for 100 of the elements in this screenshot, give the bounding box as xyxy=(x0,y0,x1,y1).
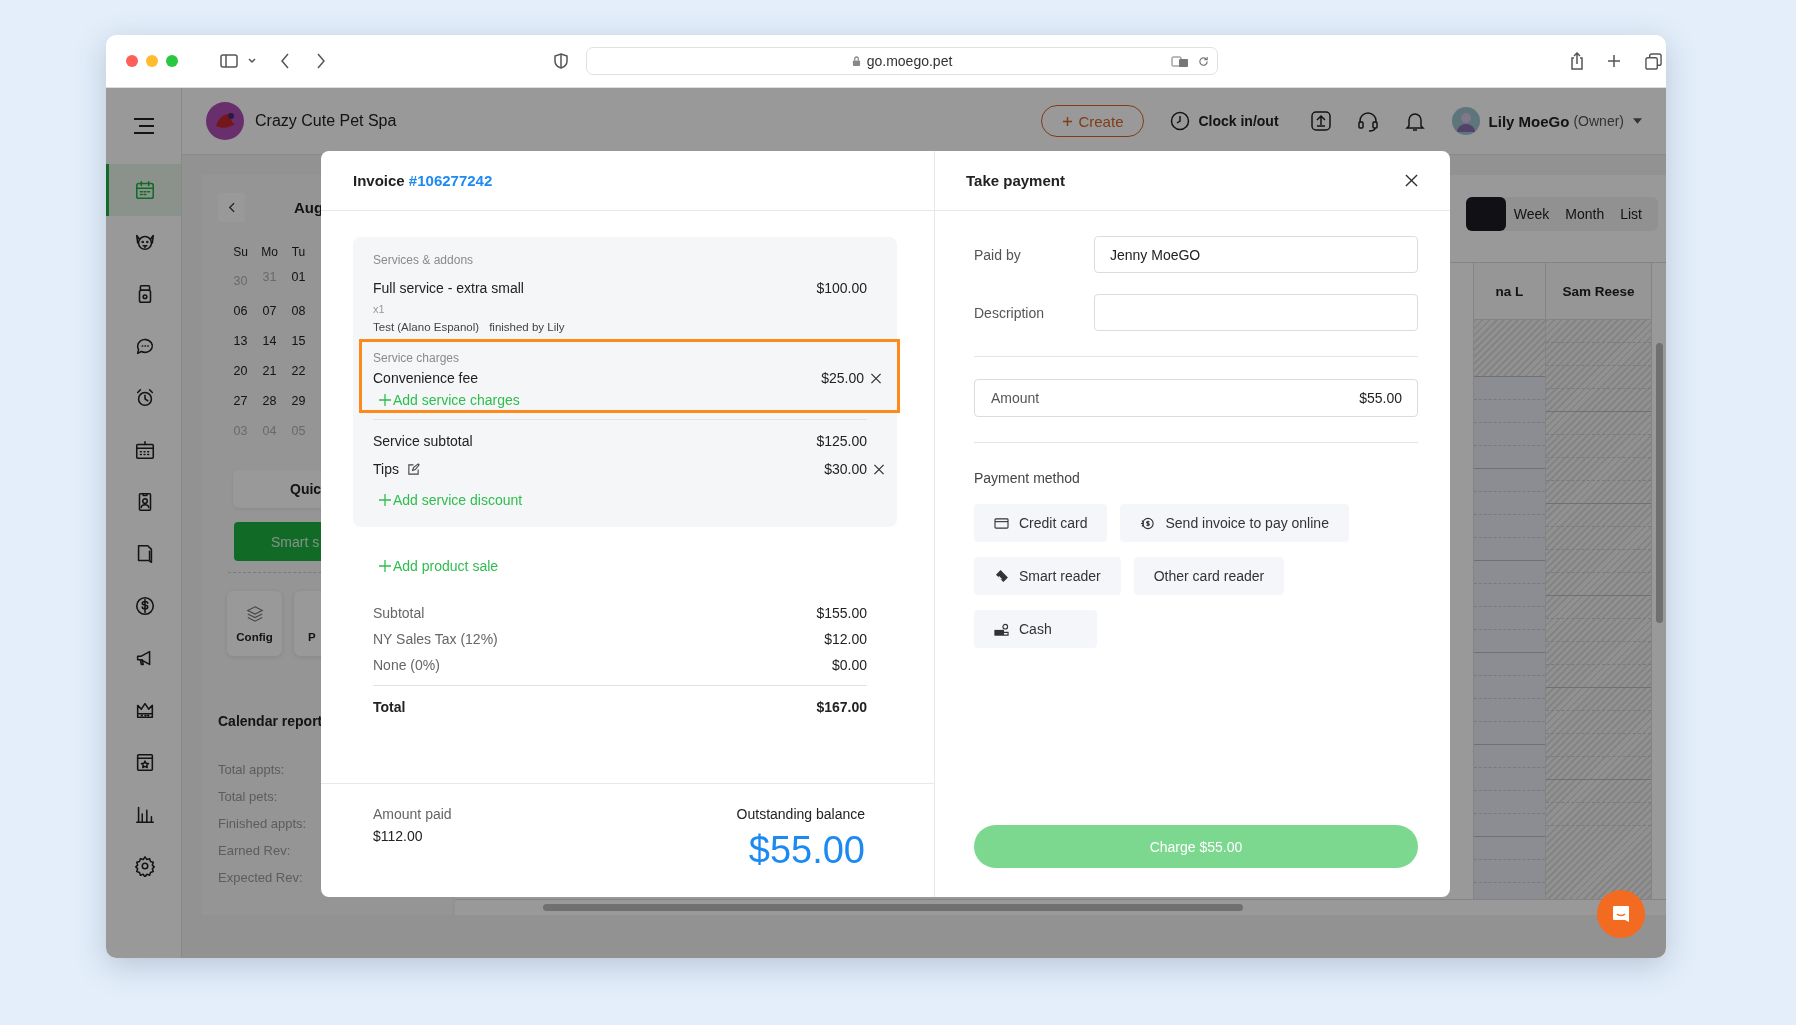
payment-method-button[interactable]: Smart reader xyxy=(974,557,1121,595)
calendar-day[interactable]: 07 xyxy=(255,296,284,326)
shield-icon[interactable] xyxy=(554,53,568,69)
address-bar[interactable]: go.moego.pet xyxy=(586,47,1218,75)
alarm-clock-icon xyxy=(134,387,156,409)
tool-card[interactable]: Config xyxy=(227,591,282,656)
calendar-day[interactable]: 14 xyxy=(255,326,284,356)
forward-icon[interactable] xyxy=(316,53,326,69)
section-heading: Service charges xyxy=(373,350,461,366)
payment-title: Take payment xyxy=(966,172,1065,189)
pet-name: Test (Alano Espanol) xyxy=(373,320,480,335)
service-price: $100.00 xyxy=(816,280,867,296)
calendar-day[interactable]: 08 xyxy=(284,296,313,326)
weekday-label: Tu xyxy=(290,244,307,261)
section-heading: Services & addons xyxy=(373,252,475,269)
report-label: Total appts: xyxy=(218,761,285,779)
payment-method-button[interactable]: Send invoice to pay online xyxy=(1120,504,1349,542)
amount-paid-label: Amount paid xyxy=(373,805,452,824)
view-tab[interactable] xyxy=(1465,197,1506,231)
globe-dollar-icon xyxy=(1140,515,1156,531)
tips-label: Tips xyxy=(373,461,399,477)
headset-icon[interactable] xyxy=(1356,110,1379,132)
total-line-label: NY Sales Tax (12%) xyxy=(373,630,498,649)
calendar-day[interactable]: 06 xyxy=(226,296,255,326)
clock-icon xyxy=(1170,111,1191,131)
horizontal-scrollbar[interactable] xyxy=(543,904,1243,911)
charge-amount: $25.00 xyxy=(821,370,864,386)
settings-icon xyxy=(134,855,156,877)
field-label: Paid by xyxy=(974,246,1022,263)
share-icon[interactable] xyxy=(1570,52,1584,70)
calendar-day[interactable]: 21 xyxy=(255,356,284,386)
staff-note: finished by Lily xyxy=(489,320,565,335)
user-avatar[interactable] xyxy=(1451,107,1480,135)
report-label: Earned Rev: xyxy=(218,842,291,860)
plus-icon xyxy=(379,394,391,406)
input-field[interactable]: Jenny MoeGO xyxy=(1094,236,1418,273)
edit-icon[interactable] xyxy=(406,462,420,476)
user-name[interactable]: Lily MoeGo xyxy=(1488,112,1570,130)
caret-icon[interactable] xyxy=(1633,118,1642,124)
clock-in-out-button[interactable]: Clock in/out xyxy=(1170,111,1279,131)
chat-bubble-icon xyxy=(1611,904,1631,924)
dollar-icon xyxy=(134,595,156,617)
payment-method-button[interactable]: Other card reader xyxy=(1133,557,1285,595)
reload-icon[interactable] xyxy=(1198,56,1209,67)
user-role: (Owner) xyxy=(1573,113,1624,129)
calendar-icon xyxy=(134,179,156,201)
calendar-day[interactable]: 20 xyxy=(226,356,255,386)
sidebar-toggle-icon[interactable] xyxy=(220,54,238,68)
view-tab[interactable]: List xyxy=(1612,197,1650,231)
field-label: Description xyxy=(974,304,1046,321)
total-line-value: $0.00 xyxy=(831,656,867,675)
menu-icon[interactable] xyxy=(132,118,155,134)
total-line-value: $155.00 xyxy=(816,604,867,623)
calendar-day[interactable]: 22 xyxy=(284,356,313,386)
close-window-button[interactable] xyxy=(126,55,138,67)
invoice-title: Invoice #106277242 xyxy=(353,172,493,189)
plus-icon xyxy=(1062,115,1074,127)
amount-field[interactable]: Amount $55.00 xyxy=(974,379,1418,417)
chat-button[interactable] xyxy=(1597,890,1645,938)
view-tab[interactable]: Month xyxy=(1557,197,1613,231)
report-label: Finished appts: xyxy=(218,815,307,833)
payment-method-button[interactable]: Credit card xyxy=(974,504,1108,542)
business-name: Crazy Cute Pet Spa xyxy=(255,112,397,130)
vertical-scrollbar[interactable] xyxy=(1656,343,1663,623)
report-label: Expected Rev: xyxy=(218,869,303,887)
notification-bell-icon[interactable] xyxy=(1403,110,1426,132)
plus-icon xyxy=(379,494,391,506)
subtotal-label: Service subtotal xyxy=(373,433,474,449)
back-icon[interactable] xyxy=(280,53,290,69)
service-quantity: x1 xyxy=(373,302,386,317)
tabs-icon[interactable] xyxy=(1645,52,1662,70)
url-text: go.moego.pet xyxy=(866,53,953,69)
calendar-day[interactable]: 28 xyxy=(255,386,284,416)
input-field[interactable] xyxy=(1094,294,1418,331)
total-value: $167.00 xyxy=(816,698,867,717)
amount-paid-value: $112.00 xyxy=(373,828,424,844)
total-line-value: $12.00 xyxy=(824,630,867,649)
business-logo xyxy=(206,102,244,140)
cash-icon xyxy=(994,621,1009,637)
translate-icon[interactable] xyxy=(1171,56,1189,68)
chevron-left-icon xyxy=(228,202,235,213)
report-title: Calendar report xyxy=(218,712,324,731)
view-tab[interactable]: Week xyxy=(1505,197,1558,231)
calendar-day[interactable]: 13 xyxy=(226,326,255,356)
upload-icon[interactable] xyxy=(1309,110,1332,132)
tips-value: $30.00 xyxy=(824,461,867,477)
caret-icon[interactable] xyxy=(248,58,256,64)
calendar-day[interactable]: 29 xyxy=(284,386,313,416)
calendar-day[interactable]: 15 xyxy=(284,326,313,356)
payment-method-button[interactable]: Cash xyxy=(974,610,1097,648)
calendar-day[interactable]: 27 xyxy=(226,386,255,416)
payment-method-heading: Payment method xyxy=(974,469,1081,487)
card-reader-icon xyxy=(994,568,1009,584)
calendar-day[interactable]: 01 xyxy=(284,262,313,292)
weekday-label: Su xyxy=(232,244,249,261)
calendar-grid-icon xyxy=(134,439,156,461)
new-tab-icon[interactable] xyxy=(1607,54,1621,68)
close-icon[interactable] xyxy=(1405,174,1418,187)
service-name: Full service - extra small xyxy=(373,280,525,296)
outstanding-balance-value: $55.00 xyxy=(747,828,865,872)
